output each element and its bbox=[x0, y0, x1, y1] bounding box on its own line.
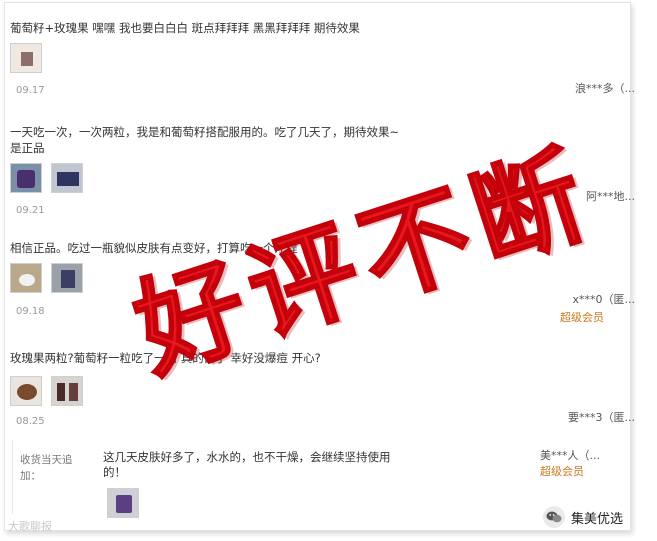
review-date: 09.21 bbox=[16, 205, 45, 216]
review-date: 08.25 bbox=[16, 416, 45, 427]
append-photo[interactable] bbox=[107, 488, 139, 518]
brand-name: 集美优选 bbox=[571, 511, 624, 527]
review-photo[interactable] bbox=[51, 376, 83, 406]
append-divider bbox=[12, 440, 13, 514]
append-label: 收货当天追加： bbox=[20, 454, 73, 482]
review-photo[interactable] bbox=[51, 263, 83, 293]
review-photo[interactable] bbox=[10, 376, 42, 406]
append-username: 美***人（... bbox=[540, 449, 600, 462]
review-date: 09.17 bbox=[16, 85, 45, 96]
review-photo[interactable] bbox=[51, 163, 83, 193]
review-username: 浪***多（... bbox=[575, 82, 635, 95]
watermark: 大歌聊报 bbox=[8, 520, 52, 533]
review-photo[interactable] bbox=[10, 163, 42, 193]
vip-badge: 超级会员 bbox=[540, 465, 584, 478]
wechat-icon bbox=[543, 506, 565, 528]
append-text: 这几天皮肤好多了，水水的，也不干燥，会继续坚持使用的！ bbox=[103, 450, 391, 479]
review-username: 要***3（匿... bbox=[568, 411, 635, 424]
review-photo[interactable] bbox=[10, 43, 42, 73]
review-text: 葡萄籽+玫瑰果 嘿嘿 我也要白白白 斑点拜拜拜 黑黑拜拜拜 期待效果 bbox=[10, 21, 360, 35]
brand-tag: 集美优选 bbox=[543, 506, 623, 528]
review-date: 09.18 bbox=[16, 306, 45, 317]
review-photo[interactable] bbox=[10, 263, 42, 293]
